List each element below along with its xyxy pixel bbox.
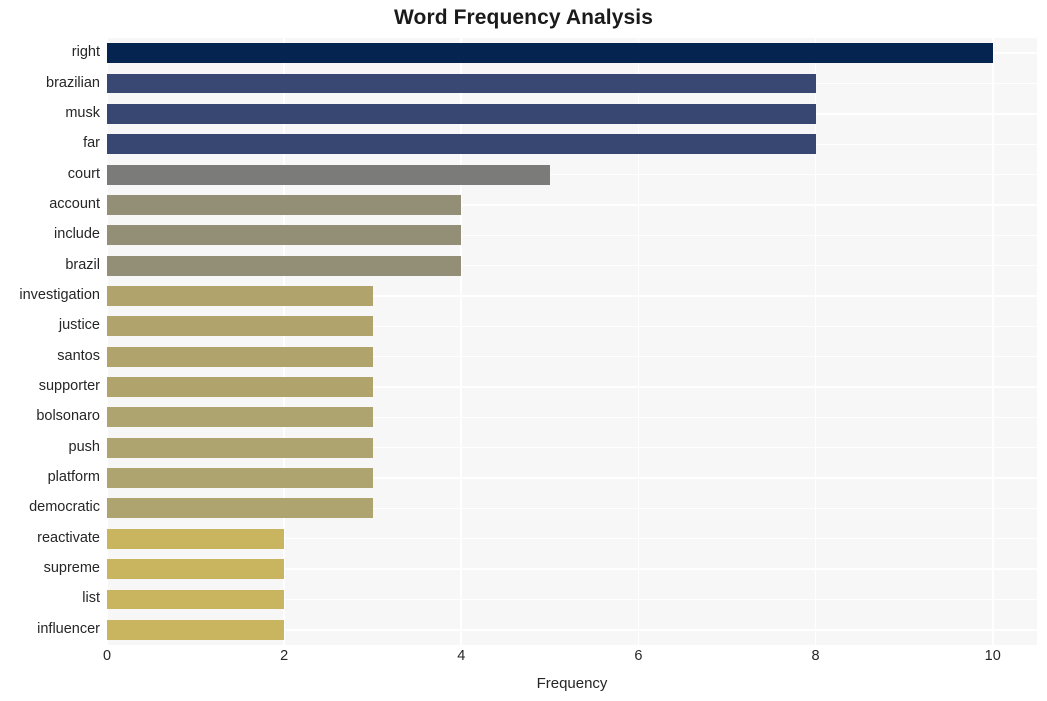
bar-list[interactable] <box>107 589 285 610</box>
y-tick-label-brazilian: brazilian <box>46 74 100 91</box>
bar-row <box>107 286 1037 306</box>
bar-row <box>107 316 1037 337</box>
bar-supporter[interactable] <box>107 377 373 397</box>
y-tick-label-supreme: supreme <box>43 560 100 577</box>
x-tick-label-6: 6 <box>634 648 643 664</box>
y-tick-label-account: account <box>49 195 100 212</box>
y-tick-label-investigation: investigation <box>19 286 100 303</box>
bar-push[interactable] <box>107 437 373 458</box>
y-axis-tick-labels: right brazilian musk far court account include… <box>0 38 100 645</box>
bar-brazilian[interactable] <box>107 73 816 94</box>
bar-row <box>107 225 1037 246</box>
page-title: Word Frequency Analysis <box>393 6 654 29</box>
bar-row <box>107 619 1037 640</box>
bar-platform[interactable] <box>107 468 373 488</box>
bar-row <box>107 589 1037 610</box>
bar-right[interactable] <box>107 43 993 64</box>
bar-influencer[interactable] <box>107 619 285 640</box>
bar-bolsonaro[interactable] <box>107 407 373 428</box>
y-tick-label-platform: platform <box>47 469 100 486</box>
x-axis-tick-labels: 0 2 4 6 8 10 <box>103 648 1037 671</box>
x-tick-label-2: 2 <box>280 648 289 664</box>
y-tick-label-democratic: democratic <box>29 499 100 516</box>
bar-democratic[interactable] <box>107 498 373 519</box>
x-tick-label-0: 0 <box>102 648 112 664</box>
bar-row <box>107 528 1037 549</box>
y-tick-label-far: far <box>83 135 100 152</box>
bar-musk[interactable] <box>107 103 816 124</box>
bar-investigation[interactable] <box>107 286 373 306</box>
bar-santos[interactable] <box>107 346 373 367</box>
y-tick-label-include: include <box>54 226 100 243</box>
y-tick-label-brazil: brazil <box>65 256 100 273</box>
y-tick-label-reactivate: reactivate <box>37 529 100 546</box>
bar-row <box>107 255 1037 276</box>
word-frequency-chart: Word Frequency Analysis right brazilian mu… <box>0 0 1047 701</box>
bar-row <box>107 73 1037 94</box>
bar-row <box>107 103 1037 124</box>
bar-row <box>107 346 1037 367</box>
y-tick-label-justice: justice <box>58 317 100 334</box>
bar-row <box>107 437 1037 458</box>
y-tick-label-push: push <box>68 438 100 455</box>
bar-row <box>107 498 1037 519</box>
y-tick-label-santos: santos <box>57 347 100 364</box>
bar-row <box>107 164 1037 185</box>
y-tick-label-list: list <box>82 590 100 607</box>
bar-supreme[interactable] <box>107 559 285 580</box>
x-tick-label-8: 8 <box>811 648 820 664</box>
bar-reactivate[interactable] <box>107 528 285 549</box>
bar-include[interactable] <box>107 225 462 246</box>
y-tick-label-bolsonaro: bolsonaro <box>36 408 100 425</box>
bar-row <box>107 134 1037 155</box>
bar-justice[interactable] <box>107 316 373 337</box>
bar-row <box>107 377 1037 397</box>
y-tick-label-right: right <box>71 44 100 61</box>
y-tick-label-influencer: influencer <box>37 620 100 637</box>
x-tick-label-10: 10 <box>984 648 1001 664</box>
bar-brazil[interactable] <box>107 255 462 276</box>
bar-row <box>107 194 1037 215</box>
x-axis-title: Frequency <box>536 675 608 692</box>
bar-row <box>107 43 1037 64</box>
x-tick-label-4: 4 <box>457 648 466 664</box>
bar-row <box>107 407 1037 428</box>
y-tick-label-musk: musk <box>65 104 100 121</box>
bar-far[interactable] <box>107 134 816 155</box>
y-tick-label-supporter: supporter <box>38 378 100 395</box>
bar-court[interactable] <box>107 164 550 185</box>
bar-row <box>107 468 1037 488</box>
y-tick-label-court: court <box>67 165 100 182</box>
bar-account[interactable] <box>107 194 462 215</box>
bars-container <box>107 38 1037 645</box>
bar-row <box>107 559 1037 580</box>
